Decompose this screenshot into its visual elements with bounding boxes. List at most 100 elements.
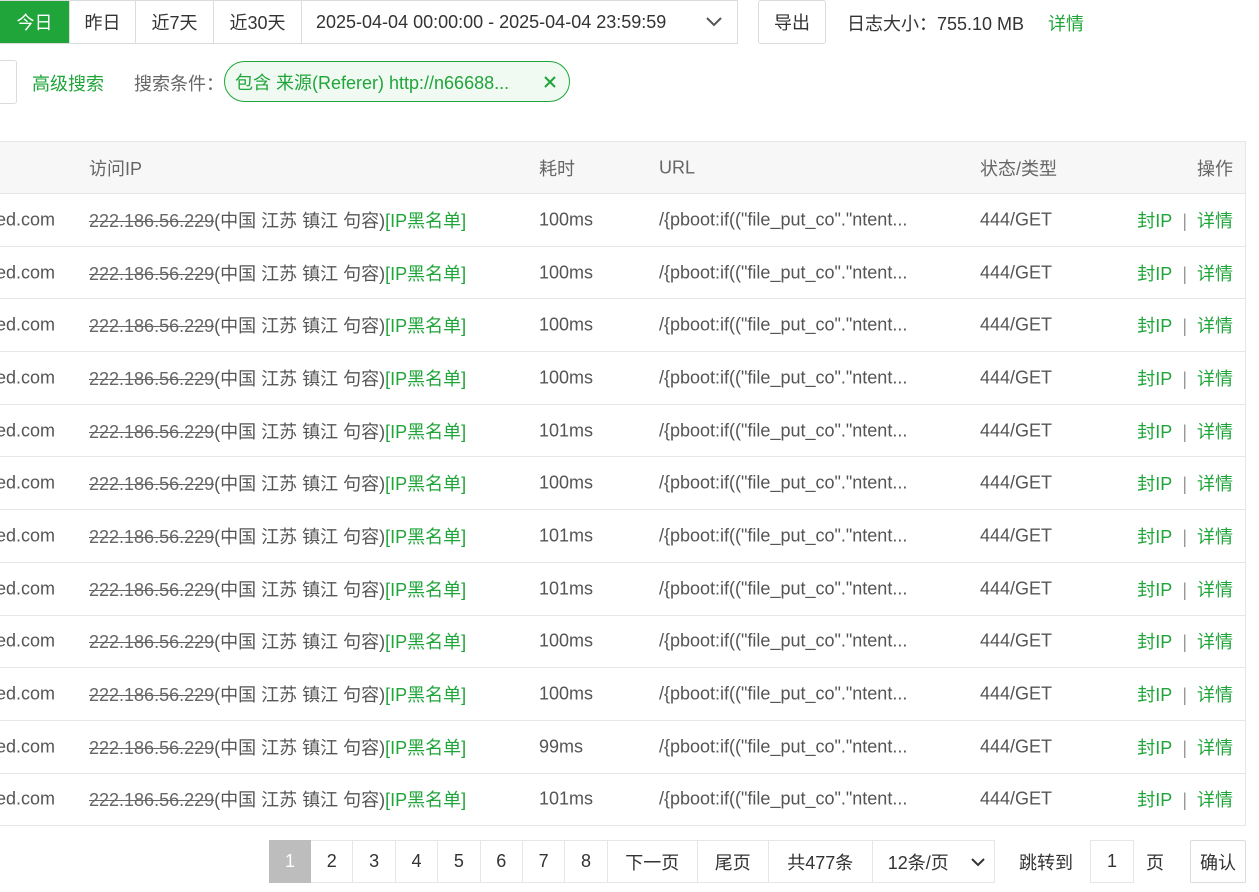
page-6-button[interactable]: 6: [480, 840, 523, 883]
detail-link[interactable]: 详情: [1197, 790, 1233, 810]
url-cell: /{pboot:if(("file_put_co"."ntent...: [659, 736, 908, 757]
detail-link[interactable]: 详情: [1197, 685, 1233, 705]
blacklist-tag: [IP黑名单]: [385, 579, 467, 600]
header-url: URL: [659, 157, 696, 177]
url-cell: /{pboot:if(("file_put_co"."ntent...: [659, 788, 908, 809]
host-cell: ed.com: [0, 788, 56, 809]
page-3-button[interactable]: 3: [353, 840, 396, 883]
detail-link[interactable]: 详情: [1197, 527, 1233, 547]
page-2-button[interactable]: 2: [311, 840, 354, 883]
block-ip-link[interactable]: 封IP: [1137, 738, 1172, 758]
url-cell: /{pboot:if(("file_put_co"."ntent...: [659, 314, 908, 335]
blacklist-tag: [IP黑名单]: [385, 421, 467, 442]
detail-link[interactable]: 详情: [1197, 738, 1233, 758]
blacklist-tag: [IP黑名单]: [385, 737, 467, 758]
ip-location: (中国 江苏 镇江 句容): [214, 685, 386, 706]
block-ip-link[interactable]: 封IP: [1137, 790, 1172, 810]
tab-yesterday[interactable]: 昨日: [69, 1, 135, 43]
block-ip-link[interactable]: 封IP: [1137, 527, 1172, 547]
block-ip-link[interactable]: 封IP: [1137, 580, 1172, 600]
jump-unit: 页: [1146, 853, 1164, 873]
ip-cell: 222.186.56.229(中国 江苏 镇江 句容)[IP黑名单]: [89, 312, 466, 338]
status-cell: 444/GET: [980, 367, 1053, 388]
detail-link[interactable]: 详情: [1197, 211, 1233, 231]
status-cell: 444/GET: [980, 578, 1053, 599]
log-size-detail-link[interactable]: 详情: [1048, 10, 1084, 36]
block-ip-link[interactable]: 封IP: [1137, 422, 1172, 442]
ip-location: (中国 江苏 镇江 句容): [214, 632, 386, 653]
next-page-button[interactable]: 下一页: [607, 840, 698, 883]
time-cell: 100ms: [539, 683, 594, 704]
log-table: 访问IP 耗时 URL 状态/类型 操作 ed.com 222.186.56.22…: [0, 141, 1246, 827]
ops-separator: |: [1182, 685, 1187, 706]
status-cell: 444/GET: [980, 209, 1053, 230]
ops-separator: |: [1182, 526, 1187, 547]
ops-cell: 封IP | 详情: [1137, 786, 1233, 812]
detail-link[interactable]: 详情: [1197, 632, 1233, 652]
block-ip-link[interactable]: 封IP: [1137, 264, 1172, 284]
detail-link[interactable]: 详情: [1197, 264, 1233, 284]
blacklist-tag: [IP黑名单]: [385, 790, 467, 811]
page-1-button[interactable]: 1: [269, 840, 311, 883]
search-input[interactable]: [0, 60, 17, 104]
header-status: 状态/类型: [980, 158, 1058, 179]
ip-cell: 222.186.56.229(中国 江苏 镇江 句容)[IP黑名单]: [89, 523, 466, 549]
total-count: 共477条: [768, 840, 873, 883]
ip-cell: 222.186.56.229(中国 江苏 镇江 句容)[IP黑名单]: [89, 207, 466, 233]
block-ip-link[interactable]: 封IP: [1137, 474, 1172, 494]
jump-label: 跳转到: [1019, 853, 1073, 873]
ip-cell: 222.186.56.229(中国 江苏 镇江 句容)[IP黑名单]: [89, 470, 466, 496]
page-4-button[interactable]: 4: [395, 840, 439, 883]
status-cell: 444/GET: [980, 788, 1053, 809]
status-cell: 444/GET: [980, 420, 1053, 441]
host-cell: ed.com: [0, 262, 56, 283]
time-cell: 100ms: [539, 630, 594, 651]
page-5-button[interactable]: 5: [438, 840, 481, 883]
blacklist-tag: [IP黑名单]: [385, 316, 467, 337]
ip-location: (中国 江苏 镇江 句容): [214, 368, 386, 389]
search-condition-tag: 包含 来源(Referer) http://n66688...: [224, 61, 570, 102]
host-cell: ed.com: [0, 314, 56, 335]
ops-cell: 封IP | 详情: [1137, 207, 1233, 233]
detail-link[interactable]: 详情: [1197, 422, 1233, 442]
tab-today[interactable]: 今日: [0, 1, 69, 43]
block-ip-link[interactable]: 封IP: [1137, 211, 1172, 231]
ops-separator: |: [1182, 790, 1187, 811]
detail-link[interactable]: 详情: [1197, 474, 1233, 494]
last-page-button[interactable]: 尾页: [697, 840, 769, 883]
ip-address: 222.186.56.229: [89, 685, 215, 706]
ops-separator: |: [1182, 316, 1187, 337]
confirm-button[interactable]: 确认: [1190, 840, 1246, 883]
ip-cell: 222.186.56.229(中国 江苏 镇江 句容)[IP黑名单]: [89, 734, 466, 760]
ip-address: 222.186.56.229: [89, 737, 215, 758]
block-ip-link[interactable]: 封IP: [1137, 632, 1172, 652]
tab-last-7-days[interactable]: 近7天: [135, 1, 213, 43]
date-range-picker[interactable]: 2025-04-04 00:00:00 - 2025-04-04 23:59:5…: [301, 0, 738, 44]
block-ip-link[interactable]: 封IP: [1137, 685, 1172, 705]
per-page-select[interactable]: 12条/页: [872, 840, 995, 883]
page-8-button[interactable]: 8: [565, 840, 608, 883]
blacklist-tag: [IP黑名单]: [385, 526, 467, 547]
table-row: ed.com 222.186.56.229(中国 江苏 镇江 句容)[IP黑名单]…: [0, 194, 1245, 247]
url-cell: /{pboot:if(("file_put_co"."ntent...: [659, 525, 908, 546]
block-ip-link[interactable]: 封IP: [1137, 369, 1172, 389]
status-cell: 444/GET: [980, 736, 1053, 757]
detail-link[interactable]: 详情: [1197, 369, 1233, 389]
detail-link[interactable]: 详情: [1197, 580, 1233, 600]
host-cell: ed.com: [0, 578, 56, 599]
page-7-button[interactable]: 7: [522, 840, 566, 883]
ip-location: (中国 江苏 镇江 句容): [214, 474, 386, 495]
close-icon[interactable]: [543, 75, 557, 89]
ip-cell: 222.186.56.229(中国 江苏 镇江 句容)[IP黑名单]: [89, 260, 466, 286]
tab-last-30-days[interactable]: 近30天: [213, 1, 301, 43]
advanced-search-link[interactable]: 高级搜索: [32, 70, 104, 96]
time-cell: 101ms: [539, 578, 594, 599]
block-ip-link[interactable]: 封IP: [1137, 316, 1172, 336]
detail-link[interactable]: 详情: [1197, 316, 1233, 336]
export-button[interactable]: 导出: [758, 0, 826, 44]
time-cell: 100ms: [539, 472, 594, 493]
jump-page-input[interactable]: 1: [1090, 840, 1134, 883]
table-row: ed.com 222.186.56.229(中国 江苏 镇江 句容)[IP黑名单]…: [0, 247, 1245, 300]
url-cell: /{pboot:if(("file_put_co"."ntent...: [659, 420, 908, 441]
time-cell: 100ms: [539, 367, 594, 388]
